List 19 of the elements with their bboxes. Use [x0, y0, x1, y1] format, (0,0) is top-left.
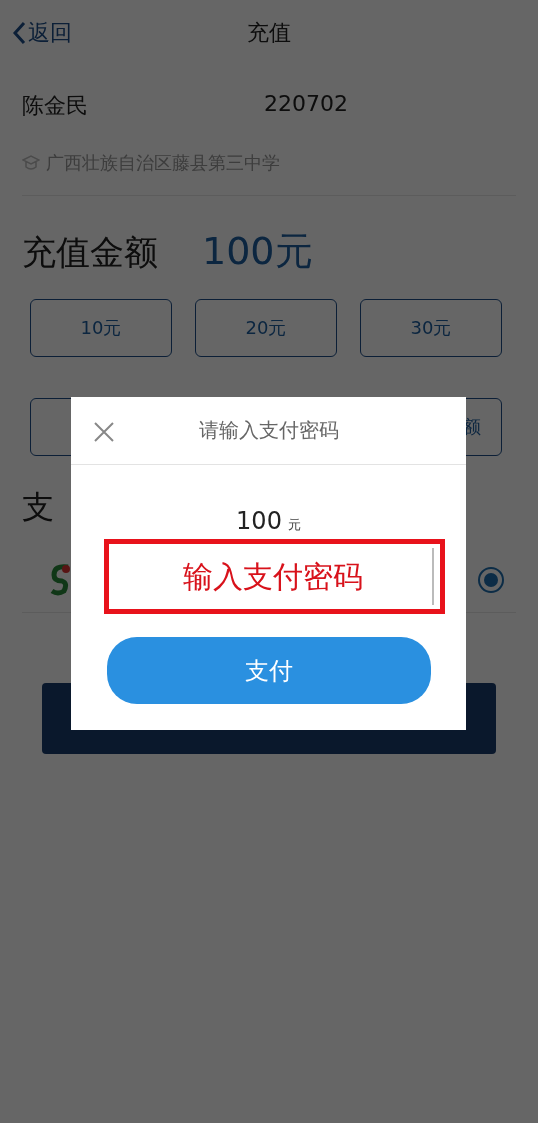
payment-heading: 支 [22, 487, 54, 528]
password-field[interactable]: 输入支付密码 [104, 539, 445, 614]
graduation-cap-icon [22, 154, 40, 172]
back-chevron-icon [12, 20, 26, 45]
student-name: 陈金民 [22, 92, 89, 120]
back-link[interactable]: 返回 [12, 17, 72, 48]
pay-button[interactable]: 支付 [107, 637, 431, 704]
payment-amount: 100 [236, 507, 282, 535]
amount-label: 充值金额 [22, 231, 158, 274]
page-title: 充值 [247, 18, 291, 47]
currency-unit: 元 [287, 516, 301, 534]
dialog-title: 请输入支付密码 [198, 417, 339, 444]
payment-radio[interactable] [478, 567, 504, 593]
bank-logo-icon [50, 563, 72, 597]
amount-option[interactable]: 10元 [30, 299, 172, 357]
amount-option[interactable]: 20元 [195, 299, 337, 357]
student-id: 220702 [264, 91, 349, 118]
amount-option[interactable]: 30元 [360, 299, 502, 357]
amount-value: 100元 [202, 228, 313, 275]
